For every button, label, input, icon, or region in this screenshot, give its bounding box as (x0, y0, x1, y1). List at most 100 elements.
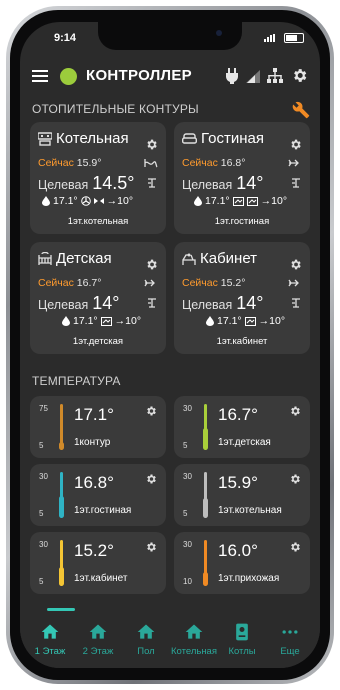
now-label: Сейчас (182, 157, 218, 169)
sensor-card[interactable]: 75 5 17.1° 1контур (30, 396, 166, 458)
circuit-location: 1эт.гостиная (214, 216, 270, 227)
menu-icon[interactable] (32, 70, 48, 82)
nav-item-1[interactable]: 1 Этаж (24, 616, 76, 657)
thermostat-icon (148, 178, 156, 188)
sensor-value: 16.0° (218, 541, 258, 560)
sensor-value: 17.1° (74, 405, 114, 424)
heating-mode-icon (288, 159, 299, 167)
temperature-bar (59, 472, 64, 518)
nav-item-2[interactable]: 2 Этаж (72, 616, 124, 657)
water-temp: 17.1° (53, 195, 78, 207)
drop-icon (62, 316, 70, 326)
water-temp: 17.1° (73, 315, 98, 327)
sensor-card[interactable]: 30 5 15.9° 1эт.котельная (174, 464, 310, 526)
gear-icon[interactable] (145, 541, 157, 553)
boiler-icon (236, 623, 248, 641)
nav-item-6[interactable]: Еще (264, 616, 316, 657)
sensor-card[interactable]: 30 5 16.8° 1эт.гостиная (30, 464, 166, 526)
circuits-section-title: ОТОПИТЕЛЬНЫЕ КОНТУРЫ (32, 102, 199, 116)
circuit-name: Детская (56, 250, 112, 267)
temperature-bar (203, 404, 208, 450)
sensor-name: 1эт.детская (218, 437, 271, 448)
plug-icon[interactable] (226, 68, 238, 84)
sensor-card[interactable]: 30 10 16.0° 1эт.прихожая (174, 532, 310, 594)
now-label: Сейчас (38, 277, 74, 289)
gear-icon[interactable] (145, 138, 158, 151)
home-icon (185, 624, 203, 639)
circuit-card-nursery[interactable]: Детская Сейчас 16.7° Целевая 14° 17.1° →10… (30, 242, 166, 354)
gear-icon[interactable] (145, 473, 157, 485)
sensor-name: 1эт.гостиная (74, 505, 132, 516)
temperature-section-title: ТЕМПЕРАТУРА (32, 374, 121, 388)
nav-label: Пол (137, 646, 155, 657)
gear-icon[interactable] (289, 473, 301, 485)
current-temp: 16.8° (220, 157, 246, 169)
circuit-card-living-room[interactable]: Гостиная Сейчас 16.8° Целевая 14° 17.1° →1… (174, 122, 310, 234)
scale-min: 5 (183, 509, 188, 518)
current-temp: 15.9° (76, 157, 102, 169)
circuit-name: Котельная (56, 130, 129, 147)
drop-icon (42, 196, 50, 206)
circuit-location: 1эт.котельная (67, 216, 129, 227)
thermostat-icon (148, 298, 156, 308)
gear-icon[interactable] (289, 405, 301, 417)
scale-max: 30 (39, 472, 48, 481)
now-label: Сейчас (38, 157, 74, 169)
circuit-location: 1эт.кабинет (216, 336, 268, 347)
now-label: Сейчас (182, 277, 218, 289)
heating-mode-icon (144, 279, 155, 287)
circuit-card-boiler-room[interactable]: Котельная Сейчас 15.9° Целевая 14.5° 17.1… (30, 122, 166, 234)
flow-arrow: →10° (258, 315, 286, 327)
sensor-card[interactable]: 30 5 15.2° 1эт.кабинет (30, 532, 166, 594)
bottom-navigation: 1 Этаж 2 Этаж Пол Котельная Котлы Еще (20, 608, 320, 668)
pump-icon (93, 198, 104, 204)
controller-status-dot (60, 68, 77, 85)
target-temp: 14° (92, 293, 120, 313)
target-label: Целевая (38, 178, 89, 192)
settings-icon[interactable] (291, 67, 308, 84)
more-icon (282, 630, 298, 634)
temperature-bar (59, 540, 64, 586)
battery-icon (284, 33, 304, 43)
drop-icon (206, 316, 214, 326)
target-label: Целевая (38, 298, 89, 312)
nav-label: 1 Этаж (34, 646, 66, 657)
temperature-bar (203, 472, 208, 518)
nav-item-3[interactable]: Пол (120, 616, 172, 657)
scale-min: 5 (39, 577, 44, 586)
water-temp: 17.1° (205, 195, 230, 207)
sensor-card[interactable]: 30 5 16.7° 1эт.детская (174, 396, 310, 458)
target-temp: 14.5° (92, 173, 135, 193)
scale-min: 5 (183, 441, 188, 450)
network-icon[interactable] (267, 68, 283, 84)
flow-arrow: →10° (106, 195, 134, 207)
thermostat-icon (292, 178, 300, 188)
boiler-room-icon (38, 131, 52, 146)
app-title: КОНТРОЛЛЕР (86, 67, 192, 84)
nav-item-4[interactable]: Котельная (168, 616, 220, 657)
home-icon (41, 624, 59, 639)
water-temp: 17.1° (217, 315, 242, 327)
target-temp: 14° (236, 293, 264, 313)
wrench-icon[interactable] (292, 101, 310, 119)
scale-max: 30 (39, 540, 48, 549)
gear-icon[interactable] (289, 138, 302, 151)
nav-label: 2 Этаж (82, 646, 114, 657)
nav-item-5[interactable]: Котлы (216, 616, 268, 657)
current-temp: 15.2° (220, 277, 246, 289)
circuit-location: 1эт.детская (72, 336, 124, 347)
app-screen: 9:14 КОНТРОЛЛЕР ОТОПИТЕЛЬНЫЕ КОНТУРЫ Кот… (20, 22, 320, 668)
radiator-icon (232, 196, 244, 206)
gear-icon[interactable] (145, 258, 158, 271)
sensor-value: 16.7° (218, 405, 258, 424)
radiator-icon (244, 316, 256, 326)
nav-label: Еще (280, 646, 300, 657)
gear-icon[interactable] (289, 258, 302, 271)
gear-icon[interactable] (289, 541, 301, 553)
target-label: Целевая (182, 298, 233, 312)
temperature-bar-fill (203, 572, 208, 586)
circuit-card-office[interactable]: Кабинет Сейчас 15.2° Целевая 14° 17.1° →10… (174, 242, 310, 354)
sensor-value: 16.8° (74, 473, 114, 492)
gear-icon[interactable] (145, 405, 157, 417)
temperature-bar-fill (59, 442, 64, 450)
